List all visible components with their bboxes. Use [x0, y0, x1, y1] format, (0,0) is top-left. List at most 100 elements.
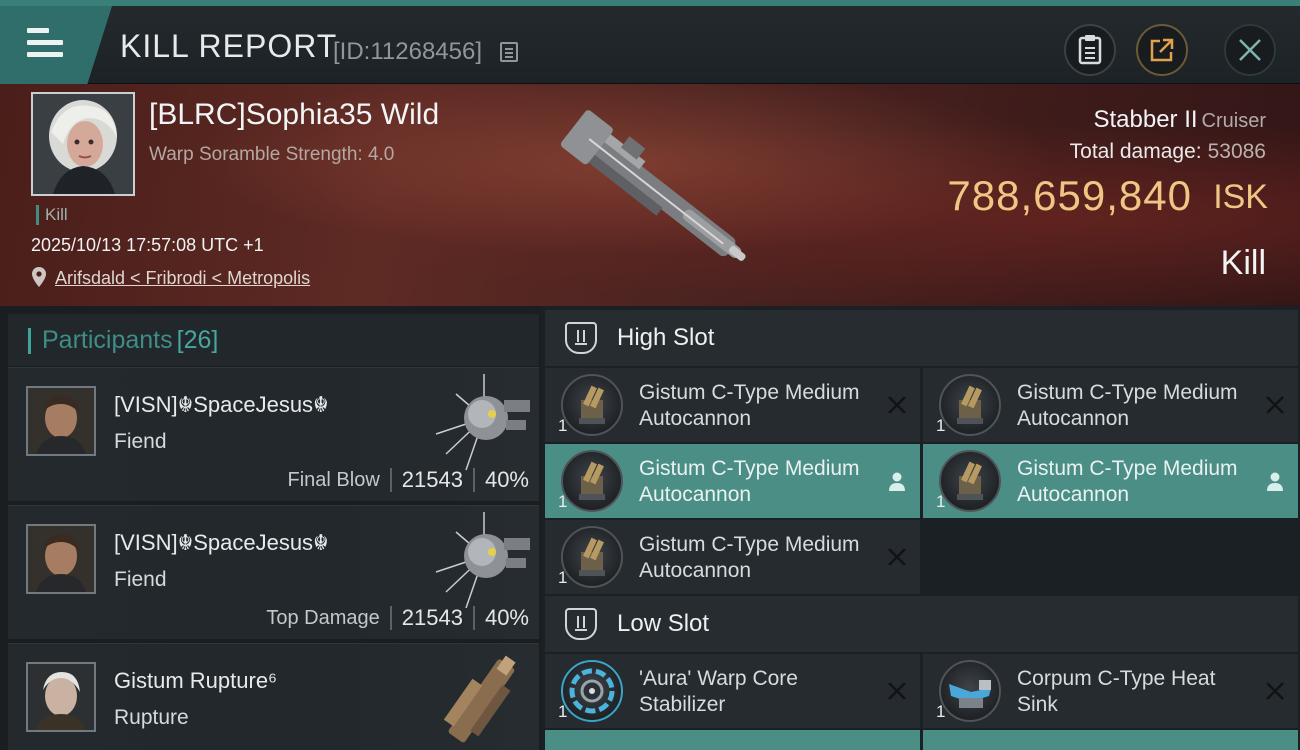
- high-slot-header: High Slot: [545, 310, 1298, 366]
- module-item[interactable]: [923, 730, 1298, 750]
- hamburger-icon: [27, 28, 63, 58]
- kill-location-link[interactable]: Arifsdald < Fribrodi < Metropolis: [55, 268, 310, 289]
- participant-name: [VISN]☬SpaceJesus☬: [114, 530, 329, 555]
- victim-avatar[interactable]: [31, 92, 135, 196]
- clipboard-button[interactable]: [1064, 24, 1116, 76]
- top-bar: KILL REPORT [ID:11268456]: [0, 0, 1300, 84]
- location-pin-icon: [32, 267, 46, 287]
- avatar[interactable]: [26, 386, 96, 456]
- warp-core-stabilizer-icon: [561, 660, 623, 722]
- avatar[interactable]: [26, 662, 96, 732]
- participants-panel: Participants [26] [VISN]☬SpaceJesus☬ Fien…: [0, 306, 541, 750]
- module-name: Gistum C-Type Medium Autocannon: [1017, 457, 1238, 506]
- autocannon-icon: [939, 450, 1001, 512]
- autocannon-icon: [561, 526, 623, 588]
- participant-row[interactable]: [VISN]☬SpaceJesus☬ Fiend Final Blow 2154…: [8, 367, 539, 501]
- module-quantity: 1: [558, 492, 568, 511]
- participant-stat-label: Final Blow: [287, 468, 380, 491]
- module-item[interactable]: 1 Gistum C-Type Medium Autocannon: [923, 368, 1298, 442]
- autocannon-icon: [561, 450, 623, 512]
- module-item[interactable]: 1 Gistum C-Type Medium Autocannon: [545, 520, 920, 594]
- participants-count: [26]: [176, 326, 219, 354]
- module-name: Gistum C-Type Medium Autocannon: [639, 457, 860, 506]
- x-mark-icon: [888, 548, 906, 566]
- x-mark-icon: [1266, 682, 1284, 700]
- low-slot-header: Low Slot: [545, 596, 1298, 652]
- kill-datetime: 2025/10/13 17:57:08 UTC +1: [31, 235, 264, 255]
- person-icon: [889, 472, 905, 491]
- module-item[interactable]: 1 Gistum C-Type Medium Autocannon: [545, 444, 920, 518]
- share-button[interactable]: [1136, 24, 1188, 76]
- participants-header: Participants [26]: [8, 314, 539, 366]
- module-name: Corpum C-Type Heat Sink: [1017, 667, 1216, 716]
- x-mark-icon: [888, 682, 906, 700]
- participant-percent: 40%: [484, 467, 529, 492]
- share-icon: [1150, 38, 1174, 62]
- total-damage-label: Total damage:: [1069, 140, 1202, 163]
- module-item[interactable]: 1 Gistum C-Type Medium Autocannon: [545, 368, 920, 442]
- module-name: Gistum C-Type Medium Autocannon: [639, 533, 860, 582]
- participant-ship: Fiend: [114, 430, 167, 453]
- victim-ship-class: Cruiser: [1201, 110, 1266, 132]
- victim-ship[interactable]: Stabber II Cruiser: [1093, 106, 1266, 134]
- participant-ship-image: [435, 512, 530, 609]
- warp-scramble-strength: Warp Soramble Strength: 4.0: [149, 144, 395, 165]
- close-button[interactable]: [1224, 24, 1276, 76]
- module-quantity: 1: [936, 702, 946, 721]
- page-title: KILL REPORT: [120, 28, 338, 64]
- high-slot-title: High Slot: [617, 324, 715, 351]
- report-id: [ID:11268456]: [333, 38, 483, 65]
- victim-banner: [BLRC]Sophia35 Wild Warp Soramble Streng…: [0, 84, 1300, 306]
- participant-name: Gistum Rupture⁶: [114, 668, 278, 693]
- close-icon: [1239, 39, 1261, 61]
- autocannon-icon: [561, 374, 623, 436]
- slot-shield-icon: [565, 322, 597, 354]
- x-mark-icon: [888, 396, 906, 414]
- total-damage: Total damage: 53086: [1070, 140, 1266, 164]
- participant-damage: 21543: [401, 605, 463, 630]
- participant-ship: Fiend: [114, 568, 167, 591]
- low-slot-title: Low Slot: [617, 610, 710, 637]
- module-name: 'Aura' Warp Core Stabilizer: [639, 667, 798, 716]
- module-item[interactable]: [545, 730, 920, 750]
- module-name: Gistum C-Type Medium Autocannon: [639, 381, 860, 430]
- participant-stats: Final Blow 21543 40%: [287, 467, 529, 493]
- module-name: Gistum C-Type Medium Autocannon: [1017, 381, 1238, 430]
- x-mark-icon: [1266, 396, 1284, 414]
- module-item[interactable]: 1 Gistum C-Type Medium Autocannon: [923, 444, 1298, 518]
- module-quantity: 1: [936, 416, 946, 435]
- participant-row[interactable]: [VISN]☬SpaceJesus☬ Fiend Top Damage 2154…: [8, 505, 539, 639]
- module-quantity: 1: [558, 416, 568, 435]
- participants-label: Participants: [42, 326, 173, 354]
- participant-row[interactable]: Gistum Rupture⁶ Rupture: [8, 643, 539, 750]
- isk-value: 788,659,840: [947, 172, 1192, 219]
- participant-stats: Top Damage 21543 40%: [266, 605, 529, 631]
- participants-title: Participants [26]: [42, 326, 218, 355]
- victim-ship-name: Stabber II: [1093, 106, 1198, 133]
- avatar[interactable]: [26, 524, 96, 594]
- heat-sink-icon: [939, 660, 1001, 722]
- slot-shield-icon: [565, 608, 597, 640]
- participant-name: [VISN]☬SpaceJesus☬: [114, 392, 329, 417]
- total-damage-value: 53086: [1207, 140, 1266, 163]
- clipboard-icon: [1078, 35, 1102, 65]
- participant-percent: 40%: [484, 605, 529, 630]
- participant-ship: Rupture: [114, 706, 189, 729]
- victim-name[interactable]: [BLRC]Sophia35 Wild: [149, 98, 439, 132]
- module-item[interactable]: 1 Corpum C-Type Heat Sink: [923, 654, 1298, 728]
- menu-button[interactable]: [0, 6, 112, 84]
- kill-type-label: Kill: [1220, 244, 1266, 282]
- module-item[interactable]: 1 'Aura' Warp Core Stabilizer: [545, 654, 920, 728]
- module-quantity: 1: [558, 568, 568, 587]
- victim-ship-image: [560, 110, 746, 261]
- participant-stat-label: Top Damage: [266, 606, 380, 629]
- copy-icon[interactable]: [500, 42, 518, 62]
- module-quantity: 1: [558, 702, 568, 721]
- module-quantity: 1: [936, 492, 946, 511]
- participant-ship-image: [443, 655, 516, 743]
- isk-unit: ISK: [1213, 178, 1268, 216]
- autocannon-icon: [939, 374, 1001, 436]
- kill-tag: Kill: [36, 205, 68, 225]
- participant-damage: 21543: [401, 467, 463, 492]
- participant-ship-image: [435, 374, 530, 471]
